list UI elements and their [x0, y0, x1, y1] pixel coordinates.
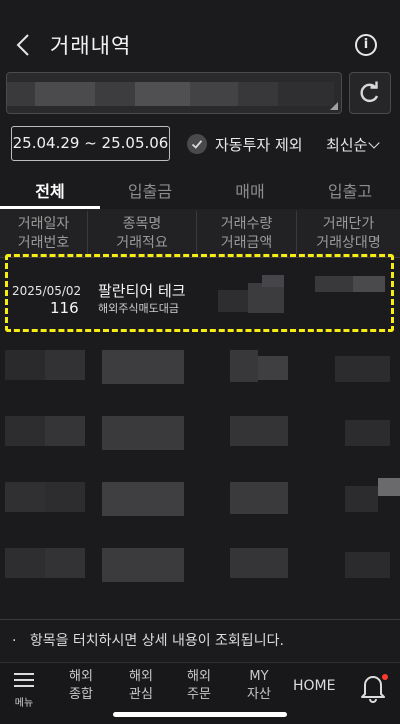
chevron-down-icon	[368, 137, 380, 149]
home-button[interactable]: HOME	[293, 678, 335, 694]
notice-text: · 항목을 터치하시면 상세 내용이 조회됩니다.	[12, 633, 284, 649]
info-icon[interactable]: i	[355, 34, 377, 56]
nav-overseas-watchlist[interactable]: 해외 관심	[118, 668, 164, 704]
highlight-box	[5, 254, 394, 332]
menu-label: 메뉴	[14, 698, 34, 709]
exclude-auto-label[interactable]: 자동투자 제외	[215, 134, 303, 155]
divider	[0, 619, 400, 620]
bell-icon[interactable]	[356, 670, 390, 704]
home-label: HOME	[293, 678, 336, 694]
nav-overseas-order[interactable]: 해외 주문	[176, 668, 222, 704]
sort-dropdown[interactable]: 최신순	[326, 134, 367, 155]
column-header-name: 종목명 거래적요	[116, 216, 168, 251]
column-header-quantity: 거래수량 거래금액	[220, 216, 273, 251]
refresh-icon	[360, 81, 379, 103]
checkmark-icon	[191, 140, 203, 149]
back-arrow-icon[interactable]	[10, 30, 40, 60]
tab-deposit-withdrawal[interactable]: 입출금	[100, 178, 200, 202]
exclude-auto-checkbox[interactable]	[187, 134, 207, 154]
dropdown-corner-icon	[330, 102, 338, 110]
column-header-price: 거래단가 거래상대명	[316, 216, 381, 251]
nav-overseas-summary[interactable]: 해외 종합	[58, 668, 104, 704]
tab-trade[interactable]: 매매	[200, 178, 300, 202]
tab-transfer[interactable]: 입출고	[300, 178, 400, 202]
account-selector[interactable]	[6, 72, 342, 114]
column-header-date: 거래일자 거래번호	[17, 216, 70, 251]
page-title: 거래내역	[50, 34, 132, 58]
tab-all[interactable]: 전체	[0, 178, 100, 202]
menu-button[interactable]: 메뉴	[12, 672, 36, 712]
refresh-button[interactable]	[349, 72, 391, 114]
hamburger-icon	[14, 673, 34, 687]
notification-dot	[382, 674, 388, 680]
date-range-button[interactable]: 25.04.29 ~ 25.05.06	[11, 126, 170, 161]
nav-my-assets[interactable]: MY 자산	[236, 668, 282, 704]
home-indicator	[113, 712, 287, 717]
